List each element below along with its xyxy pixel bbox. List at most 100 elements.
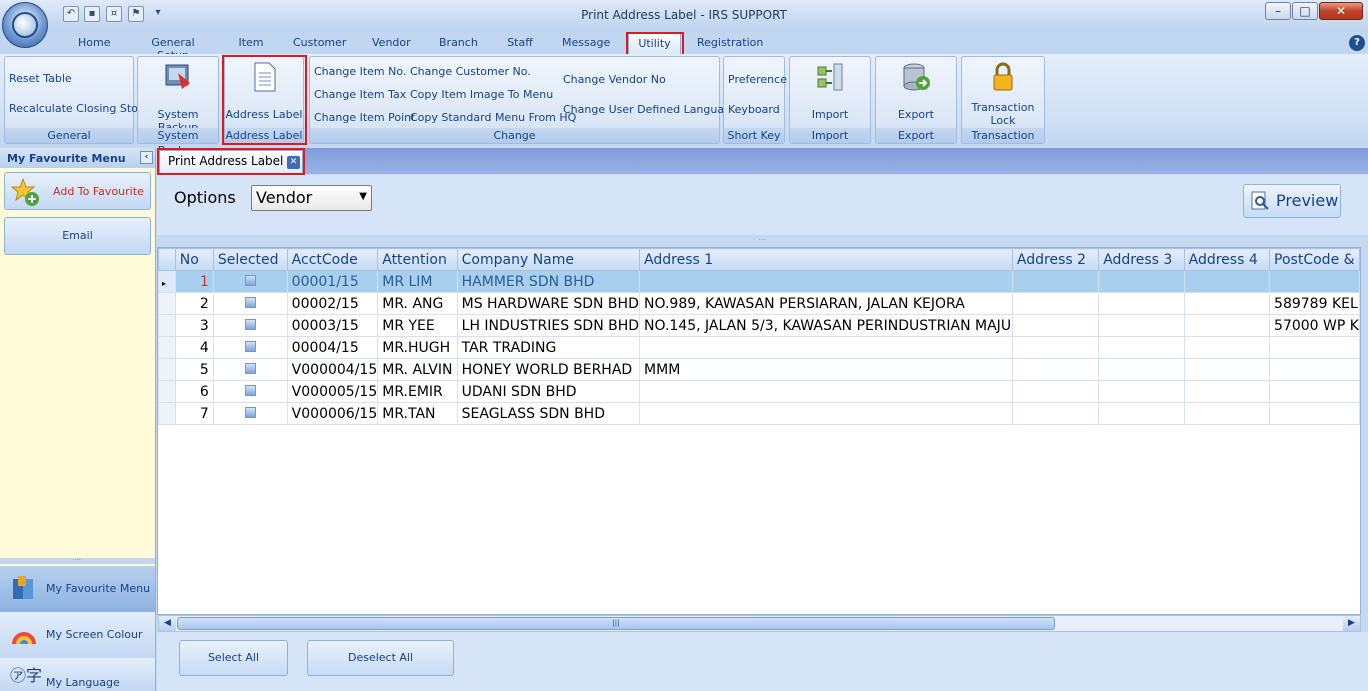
- maximize-button[interactable]: □: [1292, 2, 1318, 20]
- cell-acctcode[interactable]: 00004/15: [286, 336, 379, 359]
- cell-address-2[interactable]: [1011, 336, 1100, 359]
- cell-company-name[interactable]: SEAGLASS SDN BHD: [456, 402, 641, 425]
- cell-address-2[interactable]: [1011, 270, 1100, 293]
- copy-item-image-button[interactable]: Copy Item Image To Menu: [410, 88, 553, 101]
- column-header[interactable]: Address 1: [639, 248, 1013, 271]
- cell-address-4[interactable]: [1183, 314, 1271, 337]
- cell-company-name[interactable]: TAR TRADING: [456, 336, 641, 359]
- email-button[interactable]: Email: [4, 217, 151, 255]
- tab-customer[interactable]: Customer: [293, 36, 346, 49]
- cell-no[interactable]: 1: [174, 270, 214, 293]
- cell-address-3[interactable]: [1098, 336, 1185, 359]
- cell-acctcode[interactable]: V000005/15: [286, 380, 379, 403]
- splitter-handle[interactable]: ·····: [0, 558, 155, 564]
- keyboard-button[interactable]: Keyboard: [728, 103, 780, 116]
- row-checkbox[interactable]: [244, 384, 256, 396]
- cell-selected[interactable]: [212, 358, 288, 381]
- cell-attention[interactable]: MR LIM: [377, 270, 458, 293]
- column-header[interactable]: Address 3: [1098, 248, 1185, 271]
- app-menu-button[interactable]: [2, 2, 48, 48]
- nav-my-favourite-menu[interactable]: My Favourite Menu: [0, 566, 155, 612]
- column-header[interactable]: Attention: [377, 248, 458, 271]
- cell-acctcode[interactable]: V000004/15: [286, 358, 379, 381]
- column-header[interactable]: PostCode &: [1269, 248, 1360, 271]
- close-button[interactable]: ✕: [1319, 2, 1363, 20]
- change-customer-no-button[interactable]: Change Customer No.: [410, 65, 531, 78]
- cell-selected[interactable]: [212, 292, 288, 315]
- save-icon[interactable]: ▪: [84, 6, 100, 22]
- cell-postcode[interactable]: [1269, 336, 1360, 359]
- add-to-favourite-button[interactable]: Add To Favourite: [4, 172, 151, 210]
- row-indicator[interactable]: [158, 380, 176, 403]
- row-checkbox[interactable]: [244, 296, 256, 308]
- cell-address-4[interactable]: [1183, 380, 1271, 403]
- quick-access-dropdown-icon[interactable]: ▾: [150, 6, 166, 22]
- tab-print-address-label[interactable]: Print Address Label ✕: [159, 150, 303, 174]
- horizontal-scrollbar[interactable]: ◀ ||| ▶: [158, 615, 1361, 632]
- cell-address-2[interactable]: [1011, 358, 1100, 381]
- cell-attention[interactable]: MR.HUGH: [377, 336, 458, 359]
- tab-home[interactable]: Home: [78, 36, 110, 49]
- row-checkbox[interactable]: [244, 274, 256, 286]
- table-row[interactable]: 3 00003/15 MR YEE LH INDUSTRIES SDN BHD NO.1…: [158, 314, 1360, 337]
- preview-button[interactable]: Preview: [1243, 184, 1341, 218]
- row-checkbox[interactable]: [244, 406, 256, 418]
- table-row[interactable]: 4 00004/15 MR.HUGH TAR TRADING: [158, 336, 1360, 359]
- cell-address-1[interactable]: [639, 402, 1013, 425]
- cell-address-4[interactable]: [1183, 270, 1271, 293]
- cell-address-2[interactable]: [1011, 380, 1100, 403]
- cell-address-1[interactable]: [639, 270, 1013, 293]
- cell-no[interactable]: 2: [174, 292, 214, 315]
- cell-postcode[interactable]: 57000 WP K: [1269, 314, 1360, 337]
- cell-company-name[interactable]: LH INDUSTRIES SDN BHD: [456, 314, 641, 337]
- row-checkbox[interactable]: [244, 318, 256, 330]
- tab-registration[interactable]: Registration: [697, 36, 763, 49]
- cell-selected[interactable]: [212, 380, 288, 403]
- tab-utility[interactable]: Utility: [628, 33, 681, 54]
- deselect-all-button[interactable]: Deselect All: [307, 640, 454, 676]
- row-indicator[interactable]: ▸: [158, 270, 176, 293]
- address-label-button[interactable]: Address Label: [225, 61, 303, 121]
- column-header[interactable]: Address 2: [1011, 248, 1100, 271]
- cell-no[interactable]: 4: [174, 336, 214, 359]
- cell-attention[interactable]: MR.EMIR: [377, 380, 458, 403]
- cell-postcode[interactable]: [1269, 380, 1360, 403]
- splitter-handle[interactable]: ····: [157, 237, 1368, 245]
- preference-button[interactable]: Preference: [728, 73, 787, 86]
- column-header[interactable]: Selected: [212, 248, 288, 271]
- tab-vendor[interactable]: Vendor: [372, 36, 411, 49]
- copy-standard-menu-button[interactable]: Copy Standard Menu From HQ: [410, 111, 576, 124]
- cell-address-2[interactable]: [1011, 402, 1100, 425]
- row-indicator[interactable]: [158, 292, 176, 315]
- row-checkbox[interactable]: [244, 340, 256, 352]
- cell-acctcode[interactable]: 00003/15: [286, 314, 379, 337]
- table-row[interactable]: 2 00002/15 MR. ANG MS HARDWARE SDN BHD NO.98…: [158, 292, 1360, 315]
- minimize-button[interactable]: –: [1265, 2, 1291, 20]
- import-button[interactable]: Import: [790, 61, 870, 121]
- cell-acctcode[interactable]: 00002/15: [286, 292, 379, 315]
- cell-attention[interactable]: MR. ALVIN: [377, 358, 458, 381]
- transaction-lock-button[interactable]: Transaction Lock: [962, 61, 1044, 127]
- cell-address-4[interactable]: [1183, 402, 1271, 425]
- change-user-defined-language-button[interactable]: Change User Defined Language: [563, 103, 738, 116]
- cell-selected[interactable]: [212, 402, 288, 425]
- change-vendor-no-button[interactable]: Change Vendor No: [563, 73, 666, 86]
- row-indicator[interactable]: [158, 336, 176, 359]
- change-item-point-button[interactable]: Change Item Point: [314, 111, 415, 124]
- cell-address-1[interactable]: [639, 380, 1013, 403]
- tab-staff[interactable]: Staff: [506, 36, 534, 49]
- cell-selected[interactable]: [212, 270, 288, 293]
- cell-address-2[interactable]: [1011, 314, 1100, 337]
- undo-icon[interactable]: ↶: [63, 6, 79, 22]
- cell-company-name[interactable]: HAMMER SDN BHD: [456, 270, 641, 293]
- change-item-no-button[interactable]: Change Item No.: [314, 65, 406, 78]
- cell-no[interactable]: 3: [174, 314, 214, 337]
- scroll-left-icon[interactable]: ◀: [159, 616, 176, 631]
- cell-attention[interactable]: MR YEE: [377, 314, 458, 337]
- cell-acctcode[interactable]: 00001/15: [286, 270, 379, 293]
- table-row[interactable]: 6 V000005/15 MR.EMIR UDANI SDN BHD: [158, 380, 1360, 403]
- cell-selected[interactable]: [212, 314, 288, 337]
- cell-postcode[interactable]: [1269, 270, 1360, 293]
- tab-item[interactable]: Item: [237, 36, 265, 49]
- system-backup-button[interactable]: System Backup: [138, 61, 218, 134]
